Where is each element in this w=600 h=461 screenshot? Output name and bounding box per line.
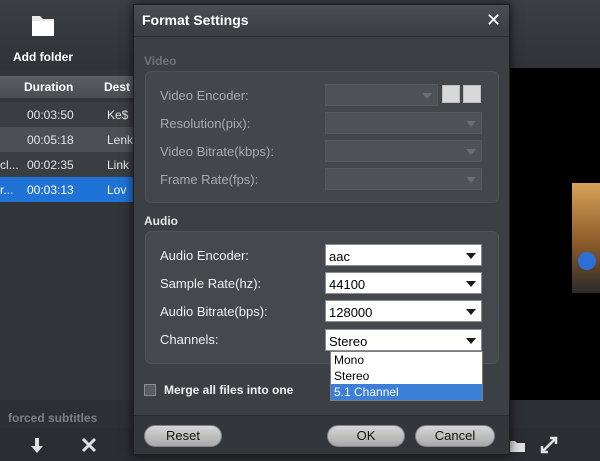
arrow-down-icon[interactable] <box>28 436 46 454</box>
dialog-titlebar: Format Settings ✕ <box>134 5 509 37</box>
chevron-down-icon <box>422 93 432 99</box>
frame-rate-select[interactable] <box>325 168 482 190</box>
file-name: cl... <box>0 158 19 172</box>
close-icon[interactable]: ✕ <box>486 11 501 29</box>
add-folder-label: Add folder <box>13 50 73 64</box>
sample-rate-value: 44100 <box>329 277 366 292</box>
audio-bitrate-select[interactable]: 128000 <box>325 300 482 322</box>
dropdown-option-stereo[interactable]: Stereo <box>331 368 482 384</box>
audio-bitrate-value: 128000 <box>329 305 373 320</box>
file-duration: 00:05:18 <box>27 133 74 147</box>
ok-button[interactable]: OK <box>327 425 405 447</box>
duration-column-header[interactable]: Duration <box>24 80 73 94</box>
video-encoder-label: Video Encoder: <box>160 88 249 103</box>
folder-open-icon[interactable] <box>508 436 526 454</box>
encoder-settings-button[interactable] <box>442 85 460 103</box>
dialog-title: Format Settings <box>142 12 249 28</box>
video-bitrate-label: Video Bitrate(kbps): <box>160 144 274 159</box>
video-encoder-select[interactable] <box>325 84 438 106</box>
file-row-selected[interactable]: r... 00:03:13 Lov <box>0 177 133 202</box>
file-row[interactable]: 00:03:50 Ke$ <box>0 102 133 127</box>
channels-value: Stereo <box>329 334 368 349</box>
encoder-options-button[interactable] <box>463 85 481 103</box>
chevron-down-icon <box>466 253 476 259</box>
audio-encoder-label: Audio Encoder: <box>160 248 249 263</box>
channels-label: Channels: <box>160 332 219 347</box>
resolution-label: Resolution(pix): <box>160 116 251 131</box>
preview-play-icon[interactable] <box>578 252 596 270</box>
channels-select[interactable]: Stereo <box>325 329 482 351</box>
file-duration: 00:03:13 <box>27 183 74 197</box>
chevron-down-icon <box>466 309 476 315</box>
chevron-down-icon <box>466 149 476 155</box>
fullscreen-icon[interactable] <box>540 436 558 454</box>
reset-button[interactable]: Reset <box>144 425 222 447</box>
channels-dropdown-list: Mono Stereo 5.1 Channel <box>330 351 483 401</box>
resolution-select[interactable] <box>325 112 482 134</box>
audio-encoder-value: aac <box>329 249 350 264</box>
audio-encoder-select[interactable]: aac <box>325 244 482 266</box>
video-section-label: Video <box>144 54 177 68</box>
audio-bitrate-label: Audio Bitrate(bps): <box>160 304 268 319</box>
file-row[interactable]: cl... 00:02:35 Link <box>0 152 133 177</box>
file-destination: Link <box>107 158 130 172</box>
dropdown-option-mono[interactable]: Mono <box>331 352 482 368</box>
file-destination: Ke$ <box>107 108 129 122</box>
format-settings-dialog: Format Settings ✕ Video Video Encoder: R… <box>133 4 510 455</box>
sample-rate-select[interactable]: 44100 <box>325 272 482 294</box>
chevron-down-icon <box>466 121 476 127</box>
frame-rate-label: Frame Rate(fps): <box>160 172 259 187</box>
chevron-down-icon <box>466 281 476 287</box>
forced-subtitles-label: forced subtitles <box>8 411 98 425</box>
folder-icon <box>30 10 56 38</box>
preview-thumbnail <box>572 183 600 293</box>
add-folder-button[interactable]: Add folder <box>8 6 78 66</box>
file-destination: Lov <box>107 183 127 197</box>
merge-checkbox[interactable] <box>144 384 156 396</box>
dropdown-option-5-1-channel[interactable]: 5.1 Channel <box>331 384 482 400</box>
sample-rate-label: Sample Rate(hz): <box>160 276 262 291</box>
file-row[interactable]: 00:05:18 Lenk <box>0 127 133 152</box>
chevron-down-icon <box>466 177 476 183</box>
file-list-header: Duration Dest <box>0 76 133 98</box>
file-duration: 00:03:50 <box>27 108 74 122</box>
file-destination: Lenk <box>107 133 134 147</box>
dialog-footer: Reset OK Cancel <box>134 415 509 454</box>
audio-section-label: Audio <box>144 214 178 228</box>
file-duration: 00:02:35 <box>27 158 74 172</box>
delete-icon[interactable] <box>80 436 98 454</box>
destination-column-header[interactable]: Dest <box>104 80 130 94</box>
chevron-down-icon <box>466 338 476 344</box>
cancel-button[interactable]: Cancel <box>415 425 495 447</box>
file-name: r... <box>0 183 14 197</box>
video-bitrate-select[interactable] <box>325 140 482 162</box>
